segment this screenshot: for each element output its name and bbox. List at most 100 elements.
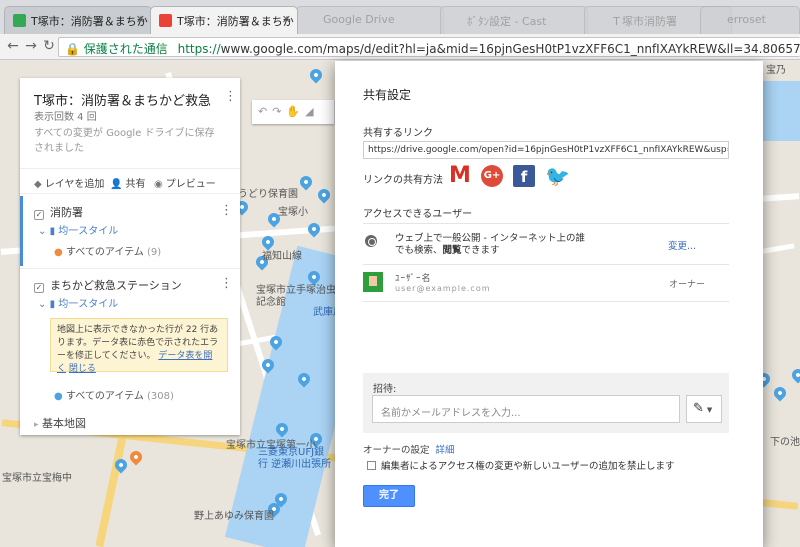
checkbox-icon[interactable]: ✓: [34, 283, 44, 293]
gmail-icon[interactable]: M: [449, 165, 471, 187]
tab-title: ﾎﾞﾀﾝ設定 - Cast: [467, 15, 547, 28]
tab-title: T塚市：消防署＆まちか: [31, 15, 148, 28]
layer-name[interactable]: ✓ まちかど救急ステーション: [34, 277, 182, 293]
paint-icon: ▮: [49, 299, 56, 310]
user-name: ﾕｰｻﾞｰ名: [395, 274, 432, 284]
done-button[interactable]: 完了: [363, 485, 415, 507]
close-warning-link[interactable]: 閉じる: [69, 364, 96, 374]
access-label: アクセスできるユーザー: [363, 209, 473, 220]
tab-maps-1[interactable]: T塚市：消防署＆まちか ✕: [4, 6, 152, 34]
tab-title: T塚市：消防署＆まちか: [177, 15, 294, 28]
save-status: すべての変更が Google ドライブに保存されました: [34, 128, 215, 154]
permission-dropdown[interactable]: ✎ ▼: [686, 395, 722, 423]
dialog-title: 共有設定: [363, 88, 412, 102]
preview-button[interactable]: ◉ プレビュー: [154, 175, 216, 190]
share-link-field[interactable]: https://drive.google.com/open?id=16pjnGe…: [363, 141, 729, 159]
tab-title: Google Drive: [323, 13, 395, 26]
map-label: 下の池: [770, 437, 800, 448]
more-options-icon[interactable]: ⋮: [220, 204, 233, 217]
pencil-icon: ✎: [693, 401, 704, 416]
owner-settings: オーナーの設定 詳細: [363, 445, 455, 456]
map-label: うどり保育園: [238, 189, 298, 200]
eye-icon: ◉: [154, 179, 163, 190]
divider: [363, 223, 729, 224]
map-label: 野上あゆみ保育園: [194, 511, 274, 522]
map-label: 福知山線: [262, 251, 302, 262]
avatar: [363, 272, 383, 292]
map-pin[interactable]: [307, 66, 325, 84]
map-label: 宝塚小: [278, 207, 308, 218]
map-title[interactable]: T塚市：消防署＆まちかど救急: [34, 90, 211, 109]
basemap-row[interactable]: ▸ 基本地図: [34, 415, 86, 431]
maps-favicon-icon: [13, 14, 26, 27]
lock-icon: 🔒: [65, 42, 80, 56]
invite-input[interactable]: 名前かメールアドレスを入力...: [372, 395, 680, 423]
details-link[interactable]: 詳細: [436, 445, 455, 456]
divider: [363, 264, 729, 265]
invite-label: 招待:: [373, 384, 397, 395]
chevron-down-icon: ▼: [706, 406, 713, 414]
tab-strip: T塚市：消防署＆まちか ✕ T塚市：消防署＆まちか ✕ Google Drive…: [0, 0, 800, 34]
paint-icon: ▮: [49, 226, 56, 237]
owner-role: オーナー: [669, 280, 706, 290]
map-pin[interactable]: [771, 384, 789, 402]
restrict-editors-option[interactable]: 編集者によるアクセス権の変更や新しいユーザーの追加を禁止します: [367, 458, 675, 472]
secure-label: 保護された通信: [83, 42, 168, 56]
tab-title: Ｔ塚市消防署: [611, 15, 677, 28]
map-toolbar[interactable]: ↶↷✋◢: [252, 100, 334, 124]
layer-style-link[interactable]: ⌄ ▮ 均一スタイル: [38, 222, 118, 237]
pin-icon: ●: [54, 391, 63, 402]
add-layer-icon: ◆: [34, 179, 42, 190]
map-pin[interactable]: [315, 186, 333, 204]
address-bar[interactable]: 🔒 保護された通信 https://www.google.com/maps/d/…: [58, 37, 800, 57]
divider: [363, 301, 729, 302]
more-options-icon[interactable]: ⋮: [224, 90, 237, 103]
checkbox-icon[interactable]: [367, 461, 376, 470]
layer-name[interactable]: ✓ 消防署: [34, 204, 83, 220]
google-plus-icon[interactable]: G+: [481, 165, 503, 187]
change-access-link[interactable]: 変更...: [668, 238, 696, 252]
layer-style-link[interactable]: ⌄ ▮ 均一スタイル: [38, 295, 118, 310]
more-options-icon[interactable]: ⋮: [220, 277, 233, 290]
maps-favicon-icon: [159, 14, 172, 27]
share-settings-dialog: 共有設定 共有するリンク https://drive.google.com/op…: [335, 61, 763, 547]
map-pin[interactable]: [297, 173, 315, 191]
url-text: https://www.google.com/maps/d/edit?hl=ja…: [177, 42, 800, 56]
forward-arrow-icon[interactable]: →: [22, 38, 40, 54]
map-pin[interactable]: [305, 220, 323, 238]
map-label: 宝乃: [766, 65, 786, 76]
tab-title: erroset: [727, 13, 766, 26]
map-label: 三菱東京UFJ銀行 逆瀬川出張所: [258, 447, 332, 470]
add-layer-button[interactable]: ◆ レイヤを追加: [34, 175, 104, 190]
pin-icon: ●: [54, 247, 63, 258]
tab-maps-2[interactable]: T塚市：消防署＆まちか ✕: [150, 6, 298, 34]
tab-ghost[interactable]: Google Drive: [296, 6, 444, 34]
import-warning: 地図上に表示できなかった行が 22 行あります。データ表に赤色で示されたエラーを…: [50, 318, 228, 374]
layer-items[interactable]: ● すべてのアイテム (308): [54, 387, 174, 402]
panel-actions: ◆ レイヤを追加 👤 共有 ◉ プレビュー: [20, 168, 240, 194]
share-button[interactable]: 👤 共有: [110, 175, 145, 190]
tab-ghost[interactable]: ﾎﾞﾀﾝ設定 - Cast: [440, 6, 588, 34]
layer-items[interactable]: ● すべてのアイテム (9): [54, 243, 161, 258]
twitter-icon[interactable]: 🐦: [545, 165, 570, 187]
reload-icon[interactable]: ↻: [40, 38, 58, 54]
invite-section: 招待: 名前かメールアドレスを入力... ✎ ▼: [363, 373, 729, 433]
link-label: 共有するリンク: [363, 128, 433, 139]
share-person-icon: 👤: [110, 179, 123, 190]
chevron-right-icon: ▸: [34, 420, 39, 430]
tab-ghost[interactable]: erroset: [700, 6, 800, 34]
map-legend-panel: T塚市：消防署＆まちかど救急 表示回数 4 回 すべての変更が Google ド…: [20, 78, 240, 435]
layer-fire-stations[interactable]: ✓ 消防署 ⋮ ⌄ ▮ 均一スタイル ● すべてのアイテム (9): [20, 196, 240, 266]
map-pin-station[interactable]: [127, 448, 145, 466]
map-pin[interactable]: [789, 366, 800, 384]
facebook-icon[interactable]: f: [513, 165, 535, 187]
access-description: ウェブ上で一般公開 - インターネット上の誰 でも検索、閲覧できます: [395, 233, 585, 256]
browser-toolbar: ← → ↻ 🔒 保護された通信 https://www.google.com/m…: [0, 34, 800, 60]
map-label: 宝塚市立宝梅中: [2, 473, 72, 484]
checkbox-icon[interactable]: ✓: [34, 210, 44, 220]
user-email: user@example.com: [395, 284, 491, 293]
view-count: 表示回数 4 回: [34, 112, 97, 123]
close-icon[interactable]: ✕: [282, 13, 291, 26]
close-icon[interactable]: ✕: [136, 13, 145, 26]
back-arrow-icon[interactable]: ←: [4, 38, 22, 54]
